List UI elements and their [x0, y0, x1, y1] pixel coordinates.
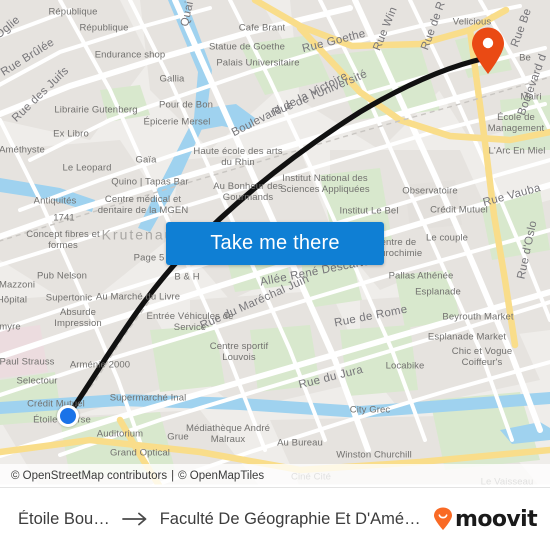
moovit-logo[interactable]: moovit — [433, 506, 538, 532]
openmaptiles-attribution-link[interactable]: © OpenMapTiles — [178, 470, 264, 482]
moovit-wordmark: moovit — [455, 506, 538, 532]
route-footer-bar: Étoile Bou… Faculté De Géographie Et D'A… — [0, 487, 550, 550]
destination-marker[interactable] — [470, 27, 506, 75]
map-attribution: © OpenStreetMap contributors | © OpenMap… — [0, 464, 550, 487]
origin-label: Étoile Bou… — [18, 509, 110, 528]
take-me-there-button[interactable]: Take me there — [166, 222, 384, 265]
osm-attribution-link[interactable]: © OpenStreetMap contributors — [11, 470, 167, 482]
origin-marker[interactable] — [57, 405, 79, 427]
attribution-separator: | — [171, 469, 175, 482]
map-canvas[interactable]: République République Quai Cafe Brant Rue Go… — [0, 0, 550, 487]
moovit-map-screen: République République Quai Cafe Brant Rue Go… — [0, 0, 550, 550]
arrow-right-icon — [121, 512, 147, 526]
route-summary[interactable]: Étoile Bou… Faculté De Géographie Et D'A… — [18, 510, 427, 529]
destination-label: Faculté De Géographie Et D'Aménaqe… — [159, 509, 427, 528]
moovit-pin-icon — [434, 507, 453, 530]
